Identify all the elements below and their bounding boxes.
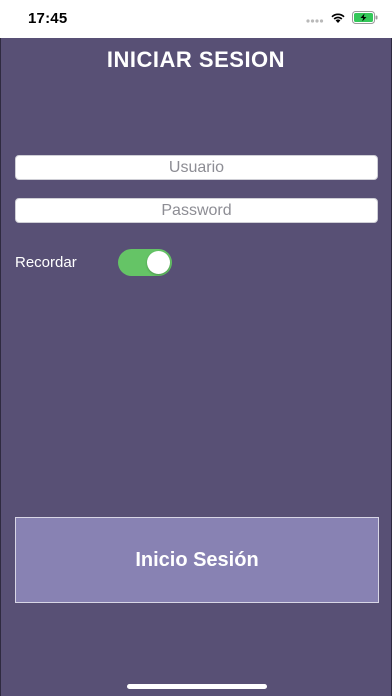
login-screen: INICIAR SESION Usuario Password Recordar… [0, 38, 392, 696]
status-bar: 17:45 [0, 0, 392, 38]
battery-charging-icon [352, 11, 378, 29]
toggle-knob [147, 251, 170, 274]
login-button[interactable]: Inicio Sesión [15, 517, 379, 603]
signal-dots-icon [306, 11, 324, 29]
remember-label: Recordar [15, 254, 77, 271]
username-field[interactable]: Usuario [15, 155, 378, 180]
page-title: INICIAR SESION [106, 47, 286, 72]
wifi-icon [330, 11, 346, 29]
remember-toggle[interactable] [118, 249, 172, 276]
login-button-label: Inicio Sesión [135, 548, 259, 571]
home-indicator [127, 684, 267, 689]
status-time: 17:45 [28, 10, 68, 27]
password-field[interactable]: Password [15, 198, 378, 223]
status-icons [306, 11, 378, 29]
